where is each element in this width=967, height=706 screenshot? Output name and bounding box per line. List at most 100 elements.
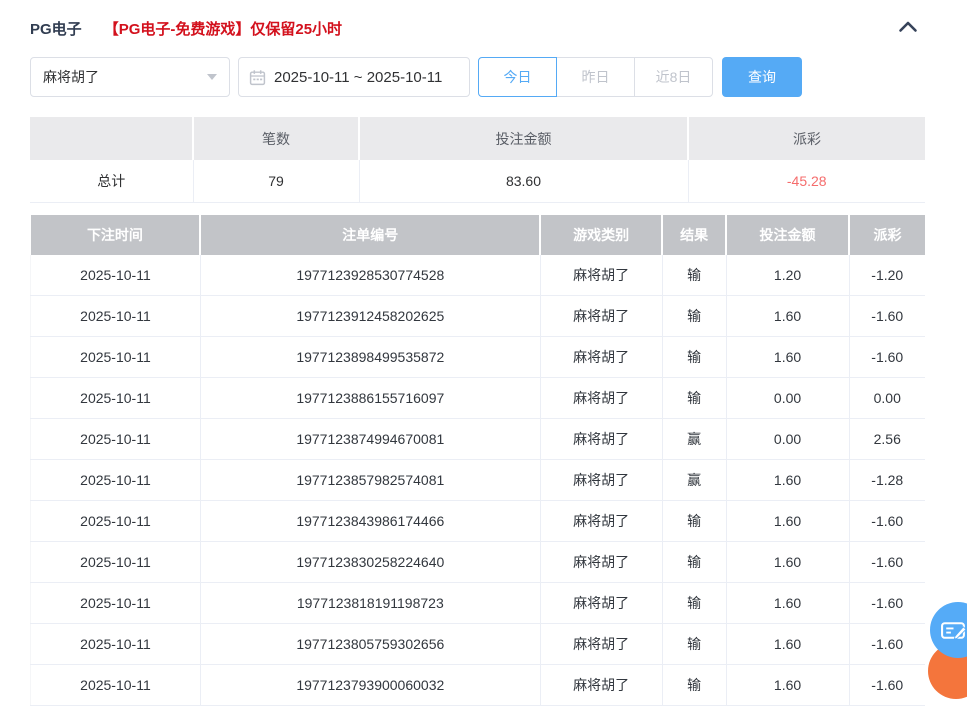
cell-order-number: 1977123874994670081 bbox=[200, 419, 540, 460]
record-row: 2025-10-111977123818191198723麻将胡了输1.60-1… bbox=[31, 583, 926, 624]
cell-result: 输 bbox=[662, 296, 726, 337]
cell-payout: -1.20 bbox=[849, 255, 925, 296]
summary-header-empty bbox=[30, 117, 193, 160]
record-row: 2025-10-111977123793900060032麻将胡了输1.60-1… bbox=[31, 665, 926, 706]
cell-bet-amount: 1.60 bbox=[726, 337, 849, 378]
header-payout: 派彩 bbox=[849, 215, 925, 255]
cell-bet-amount: 1.60 bbox=[726, 296, 849, 337]
retention-notice: 【PG电子-免费游戏】仅保留25小时 bbox=[104, 18, 342, 39]
summary-table: 笔数 投注金额 派彩 总计 79 83.60 -45.28 bbox=[30, 117, 925, 203]
record-row: 2025-10-111977123928530774528麻将胡了输1.20-1… bbox=[31, 255, 926, 296]
header-order-number: 注单编号 bbox=[200, 215, 540, 255]
record-row: 2025-10-111977123843986174466麻将胡了输1.60-1… bbox=[31, 501, 926, 542]
cell-game-type: 麻将胡了 bbox=[540, 378, 662, 419]
cell-game-type: 麻将胡了 bbox=[540, 337, 662, 378]
cell-payout: -1.60 bbox=[849, 542, 925, 583]
record-row: 2025-10-111977123886155716097麻将胡了输0.000.… bbox=[31, 378, 926, 419]
cell-game-type: 麻将胡了 bbox=[540, 501, 662, 542]
cell-bet-time: 2025-10-11 bbox=[31, 501, 201, 542]
form-edit-icon bbox=[940, 617, 967, 644]
summary-header-count: 笔数 bbox=[193, 117, 359, 160]
cell-bet-time: 2025-10-11 bbox=[31, 255, 201, 296]
summary-total-label: 总计 bbox=[30, 160, 193, 203]
cell-payout: -1.60 bbox=[849, 665, 925, 706]
cell-payout: -1.60 bbox=[849, 337, 925, 378]
cell-bet-amount: 1.60 bbox=[726, 665, 849, 706]
cell-payout: 0.00 bbox=[849, 378, 925, 419]
cell-bet-amount: 1.60 bbox=[726, 583, 849, 624]
record-row: 2025-10-111977123912458202625麻将胡了输1.60-1… bbox=[31, 296, 926, 337]
cell-game-type: 麻将胡了 bbox=[540, 460, 662, 501]
cell-order-number: 1977123912458202625 bbox=[200, 296, 540, 337]
calendar-icon bbox=[249, 69, 266, 86]
cell-bet-amount: 0.00 bbox=[726, 378, 849, 419]
cell-payout: -1.60 bbox=[849, 296, 925, 337]
cell-result: 赢 bbox=[662, 460, 726, 501]
date-range-input[interactable]: 2025-10-11 ~ 2025-10-11 bbox=[238, 57, 470, 97]
summary-header-bet-amount: 投注金额 bbox=[359, 117, 688, 160]
summary-count-value: 79 bbox=[193, 160, 359, 203]
cell-bet-time: 2025-10-11 bbox=[31, 624, 201, 665]
header-game-type: 游戏类别 bbox=[540, 215, 662, 255]
records-header-row: 下注时间 注单编号 游戏类别 结果 投注金额 派彩 bbox=[31, 215, 926, 255]
cell-bet-amount: 1.20 bbox=[726, 255, 849, 296]
cell-game-type: 麻将胡了 bbox=[540, 419, 662, 460]
quick-range-group: 今日 昨日 近8日 bbox=[478, 57, 713, 97]
record-row: 2025-10-111977123857982574081麻将胡了赢1.60-1… bbox=[31, 460, 926, 501]
cell-order-number: 1977123857982574081 bbox=[200, 460, 540, 501]
records-body: 2025-10-111977123928530774528麻将胡了输1.20-1… bbox=[31, 255, 926, 706]
cell-bet-time: 2025-10-11 bbox=[31, 460, 201, 501]
filter-toolbar: 麻将胡了 2025-10-11 ~ 2025-10-11 今日 昨日 近8日 查… bbox=[30, 57, 925, 97]
summary-header-row: 笔数 投注金额 派彩 bbox=[30, 117, 925, 160]
summary-bet-amount-value: 83.60 bbox=[359, 160, 688, 203]
cell-bet-amount: 1.60 bbox=[726, 501, 849, 542]
cell-order-number: 1977123793900060032 bbox=[200, 665, 540, 706]
cell-bet-time: 2025-10-11 bbox=[31, 583, 201, 624]
quick-range-last8days-button[interactable]: 近8日 bbox=[634, 57, 713, 97]
cell-result: 输 bbox=[662, 624, 726, 665]
cell-order-number: 1977123830258224640 bbox=[200, 542, 540, 583]
cell-result: 输 bbox=[662, 665, 726, 706]
header-bet-amount: 投注金额 bbox=[726, 215, 849, 255]
cell-result: 输 bbox=[662, 583, 726, 624]
quick-range-today-button[interactable]: 今日 bbox=[478, 57, 557, 97]
cell-bet-amount: 1.60 bbox=[726, 542, 849, 583]
cell-result: 输 bbox=[662, 501, 726, 542]
cell-order-number: 1977123805759302656 bbox=[200, 624, 540, 665]
cell-payout: -1.28 bbox=[849, 460, 925, 501]
record-row: 2025-10-111977123874994670081麻将胡了赢0.002.… bbox=[31, 419, 926, 460]
cell-bet-time: 2025-10-11 bbox=[31, 419, 201, 460]
cell-game-type: 麻将胡了 bbox=[540, 665, 662, 706]
cell-order-number: 1977123898499535872 bbox=[200, 337, 540, 378]
cell-result: 输 bbox=[662, 255, 726, 296]
cell-order-number: 1977123843986174466 bbox=[200, 501, 540, 542]
cell-game-type: 麻将胡了 bbox=[540, 542, 662, 583]
header-bet-time: 下注时间 bbox=[31, 215, 201, 255]
panel-title: PG电子 bbox=[30, 18, 82, 39]
summary-header-payout: 派彩 bbox=[688, 117, 925, 160]
date-range-value: 2025-10-11 ~ 2025-10-11 bbox=[274, 69, 442, 86]
cell-game-type: 麻将胡了 bbox=[540, 624, 662, 665]
cell-payout: -1.60 bbox=[849, 624, 925, 665]
cell-order-number: 1977123928530774528 bbox=[200, 255, 540, 296]
cell-game-type: 麻将胡了 bbox=[540, 255, 662, 296]
record-row: 2025-10-111977123805759302656麻将胡了输1.60-1… bbox=[31, 624, 926, 665]
quick-range-yesterday-button[interactable]: 昨日 bbox=[556, 57, 635, 97]
chevron-down-icon bbox=[207, 74, 217, 80]
cell-result: 输 bbox=[662, 378, 726, 419]
cell-game-type: 麻将胡了 bbox=[540, 583, 662, 624]
bet-records-table: 下注时间 注单编号 游戏类别 结果 投注金额 派彩 2025-10-111977… bbox=[30, 215, 925, 706]
record-row: 2025-10-111977123898499535872麻将胡了输1.60-1… bbox=[31, 337, 926, 378]
game-select[interactable]: 麻将胡了 bbox=[30, 57, 230, 97]
cell-bet-time: 2025-10-11 bbox=[31, 665, 201, 706]
header-result: 结果 bbox=[662, 215, 726, 255]
collapse-panel-button[interactable] bbox=[898, 20, 918, 33]
record-row: 2025-10-111977123830258224640麻将胡了输1.60-1… bbox=[31, 542, 926, 583]
cell-bet-amount: 1.60 bbox=[726, 460, 849, 501]
cell-bet-time: 2025-10-11 bbox=[31, 542, 201, 583]
summary-payout-value: -45.28 bbox=[688, 160, 925, 203]
cell-bet-amount: 1.60 bbox=[726, 624, 849, 665]
cell-result: 输 bbox=[662, 337, 726, 378]
query-button[interactable]: 查询 bbox=[722, 57, 802, 97]
cell-payout: -1.60 bbox=[849, 501, 925, 542]
